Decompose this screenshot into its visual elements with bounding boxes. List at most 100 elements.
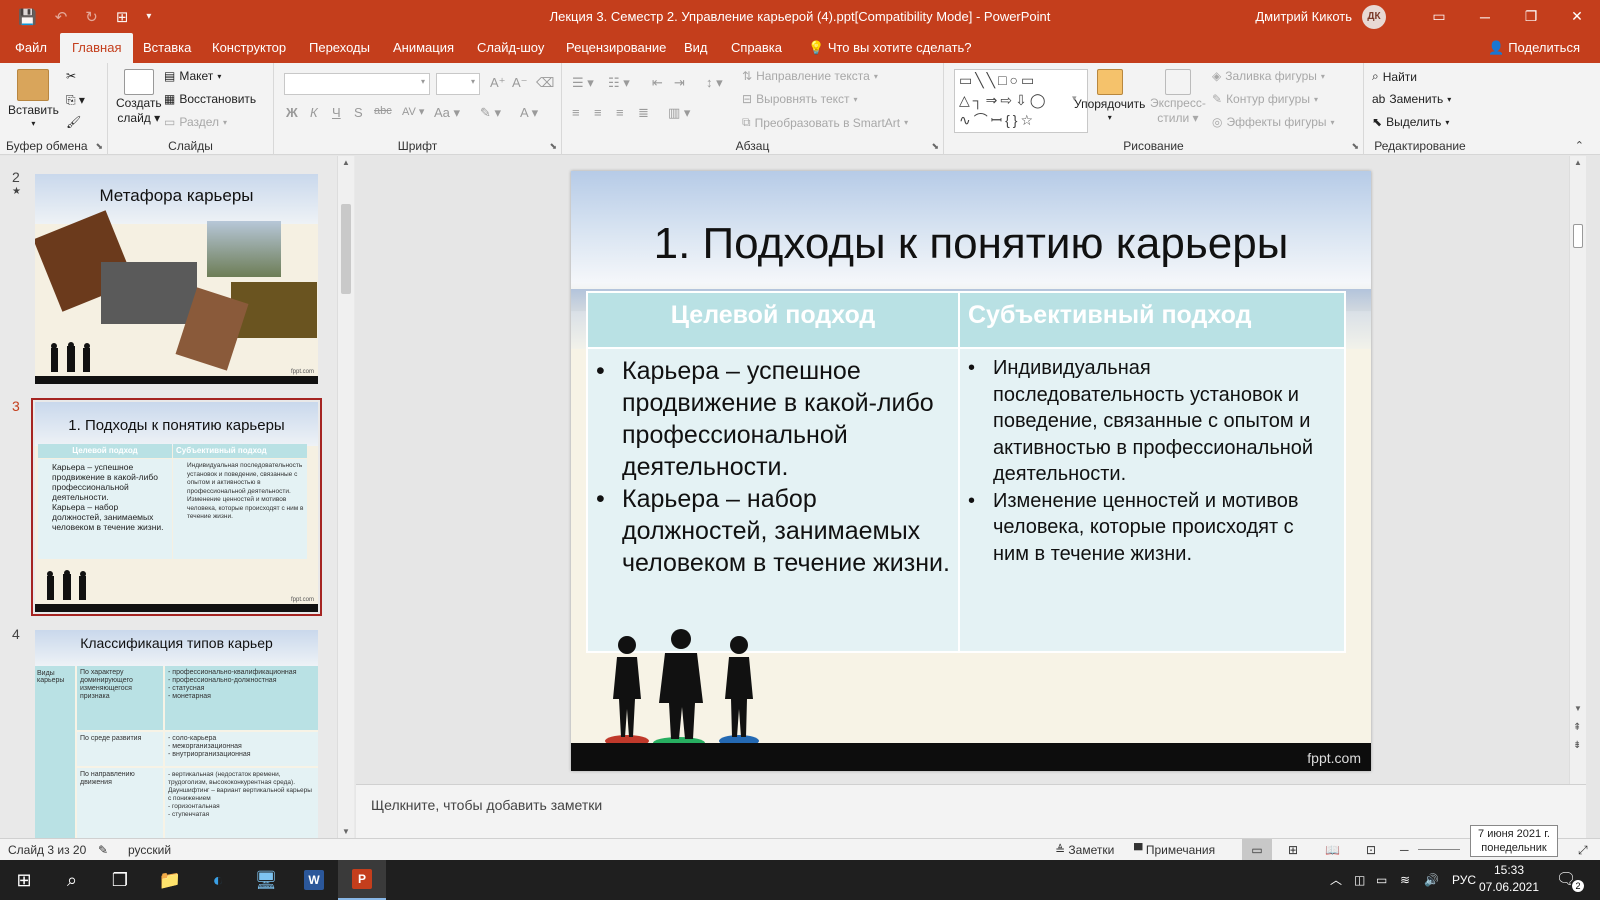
remote-desktop-icon[interactable]: 🖥: [242, 860, 290, 900]
scrollbar-thumb[interactable]: [1573, 224, 1583, 248]
scrollbar-thumb[interactable]: [341, 204, 351, 294]
approaches-table[interactable]: Целевой подход Субъективный подход Карье…: [586, 291, 1346, 653]
scroll-down-icon[interactable]: ▼: [342, 827, 350, 836]
next-slide-icon[interactable]: ⇟: [1573, 740, 1581, 751]
minimize-icon[interactable]: ─: [1462, 0, 1508, 33]
customize-qat-icon[interactable]: ▾: [146, 11, 151, 22]
redo-icon[interactable]: ↻: [85, 8, 98, 26]
collapse-ribbon-icon[interactable]: ⌃: [1575, 139, 1584, 152]
powerpoint-icon[interactable]: P: [338, 860, 386, 900]
decrease-indent-icon[interactable]: ⇤: [652, 75, 663, 91]
smartart-button[interactable]: ⧉ Преобразовать в SmartArt ▾: [742, 115, 908, 130]
word-icon[interactable]: W: [290, 860, 338, 900]
windows-start-icon[interactable]: ⊞: [0, 860, 48, 900]
strikethrough-icon[interactable]: abc: [374, 105, 392, 117]
tab-design[interactable]: Конструктор: [212, 33, 286, 63]
edge-icon[interactable]: ◐: [194, 860, 242, 900]
fit-to-window-icon[interactable]: ⤢: [1578, 839, 1588, 861]
normal-view-icon[interactable]: ▭: [1242, 839, 1272, 861]
share-button[interactable]: 👤 Поделиться: [1488, 33, 1580, 63]
zoom-slider[interactable]: [1418, 849, 1460, 850]
columns-icon[interactable]: ▥ ▾: [668, 105, 690, 121]
reset-button[interactable]: ▦ Восстановить: [164, 92, 256, 106]
volume-icon[interactable]: 🔊: [1424, 860, 1439, 900]
slide-sorter-icon[interactable]: ⊞: [1288, 839, 1298, 861]
underline-icon[interactable]: Ч: [332, 105, 341, 120]
notes-pane[interactable]: Щелкните, чтобы добавить заметки: [356, 784, 1586, 838]
clear-formatting-icon[interactable]: ⌫: [536, 75, 554, 91]
font-size-select[interactable]: ▾: [436, 73, 480, 95]
notifications-icon[interactable]: 🗨: [1556, 860, 1576, 900]
font-launcher-icon[interactable]: ⬊: [549, 141, 557, 152]
previous-slide-icon[interactable]: ⇞: [1573, 722, 1581, 733]
notes-toggle[interactable]: ≜ Заметки: [1055, 839, 1114, 861]
paragraph-launcher-icon[interactable]: ⬊: [931, 141, 939, 152]
char-spacing-icon[interactable]: AV ▾: [402, 105, 424, 118]
increase-font-icon[interactable]: A⁺: [490, 75, 506, 91]
shape-fill-button[interactable]: ◈ Заливка фигуры ▾: [1212, 69, 1325, 83]
language-indicator[interactable]: русский: [128, 839, 171, 861]
quick-styles-button[interactable]: Экспресс- стили ▾: [1150, 69, 1206, 125]
decrease-font-icon[interactable]: A⁻: [512, 75, 528, 91]
battery-icon[interactable]: ▭: [1376, 860, 1387, 900]
slide-title[interactable]: 1. Подходы к понятию карьеры: [571, 219, 1371, 269]
font-name-select[interactable]: ▾: [284, 73, 430, 95]
text-direction-button[interactable]: ⇅ Направление текста ▾: [742, 69, 878, 83]
avatar[interactable]: ДК: [1362, 4, 1386, 29]
wifi-icon[interactable]: ≋: [1400, 860, 1410, 900]
tab-home[interactable]: Главная: [60, 33, 134, 63]
shape-effects-button[interactable]: ◎ Эффекты фигуры ▾: [1212, 115, 1335, 129]
tray-chevron-icon[interactable]: ︿: [1330, 860, 1342, 900]
tab-transitions[interactable]: Переходы: [309, 33, 370, 63]
arrange-button[interactable]: Упорядочить ▾: [1074, 69, 1145, 122]
current-slide[interactable]: 1. Подходы к понятию карьеры Целевой под…: [571, 171, 1371, 771]
align-left-icon[interactable]: ≡: [572, 105, 580, 120]
paste-button[interactable]: Вставить ▾: [8, 69, 59, 128]
slideshow-from-start-icon[interactable]: ⊞: [116, 8, 129, 26]
close-icon[interactable]: ✕: [1554, 0, 1600, 33]
editor-scrollbar[interactable]: ▲ ▼ ⇞ ⇟: [1569, 156, 1586, 784]
slideshow-icon[interactable]: ⊡: [1366, 839, 1376, 861]
scroll-up-icon[interactable]: ▲: [1574, 158, 1582, 167]
tab-animations[interactable]: Анимация: [393, 33, 454, 63]
bold-icon[interactable]: Ж: [286, 105, 298, 120]
highlight-icon[interactable]: ✎ ▾: [480, 105, 501, 121]
copy-icon[interactable]: ⎘ ▾: [66, 93, 85, 108]
save-icon[interactable]: 💾: [18, 8, 37, 26]
table-header-goal[interactable]: Целевой подход: [586, 291, 960, 349]
line-spacing-icon[interactable]: ↕ ▾: [706, 75, 723, 91]
shadow-icon[interactable]: S: [354, 105, 363, 120]
font-color-icon[interactable]: A ▾: [520, 105, 538, 121]
undo-icon[interactable]: ↶: [55, 8, 68, 26]
slide-thumbnail-3[interactable]: 1. Подходы к понятию карьеры Целевой под…: [31, 398, 322, 616]
align-right-icon[interactable]: ≡: [616, 105, 624, 120]
replace-button[interactable]: ab Заменить ▾: [1372, 92, 1451, 106]
tab-review[interactable]: Рецензирование: [566, 33, 666, 63]
webcam-icon[interactable]: ◫: [1354, 860, 1365, 900]
bullets-icon[interactable]: ☰ ▾: [572, 75, 594, 91]
shapes-gallery[interactable]: ▭╲╲□○▭ △┐⇒⇨⇩◯ ∿⌒ꟷ{}☆: [954, 69, 1088, 133]
justify-icon[interactable]: ≣: [638, 105, 649, 121]
cut-icon[interactable]: ✂: [66, 69, 76, 83]
change-case-icon[interactable]: Aa ▾: [434, 105, 460, 121]
task-view-icon[interactable]: ❐: [96, 860, 144, 900]
tab-file[interactable]: Файл: [15, 33, 47, 63]
tab-help[interactable]: Справка: [731, 33, 782, 63]
ribbon-display-icon[interactable]: ▭: [1416, 0, 1462, 33]
explorer-icon[interactable]: 📁: [146, 860, 194, 900]
tab-view[interactable]: Вид: [684, 33, 708, 63]
slide-thumbnail-4[interactable]: Классификация типов карьер Виды карьеры …: [35, 630, 318, 838]
spellcheck-icon[interactable]: ✎: [98, 839, 108, 861]
table-header-subjective[interactable]: Субъективный подход: [958, 291, 1346, 349]
select-button[interactable]: ⬉ Выделить ▾: [1372, 115, 1449, 129]
format-painter-icon[interactable]: 🖌: [66, 115, 81, 129]
notes-placeholder[interactable]: Щелкните, чтобы добавить заметки: [371, 797, 602, 813]
find-button[interactable]: ⌕ Найти: [1372, 69, 1417, 84]
clipboard-launcher-icon[interactable]: ⬊: [95, 141, 103, 152]
increase-indent-icon[interactable]: ⇥: [674, 75, 685, 91]
table-cell-goal[interactable]: Карьера – успешное продвижение в какой-л…: [586, 347, 960, 653]
clock[interactable]: 15:33 07.06.2021: [1476, 862, 1542, 896]
thumbnails-scrollbar[interactable]: ▲ ▼: [337, 156, 354, 838]
tell-me-search[interactable]: 💡 Что вы хотите сделать?: [808, 33, 972, 63]
tab-insert[interactable]: Вставка: [143, 33, 191, 63]
